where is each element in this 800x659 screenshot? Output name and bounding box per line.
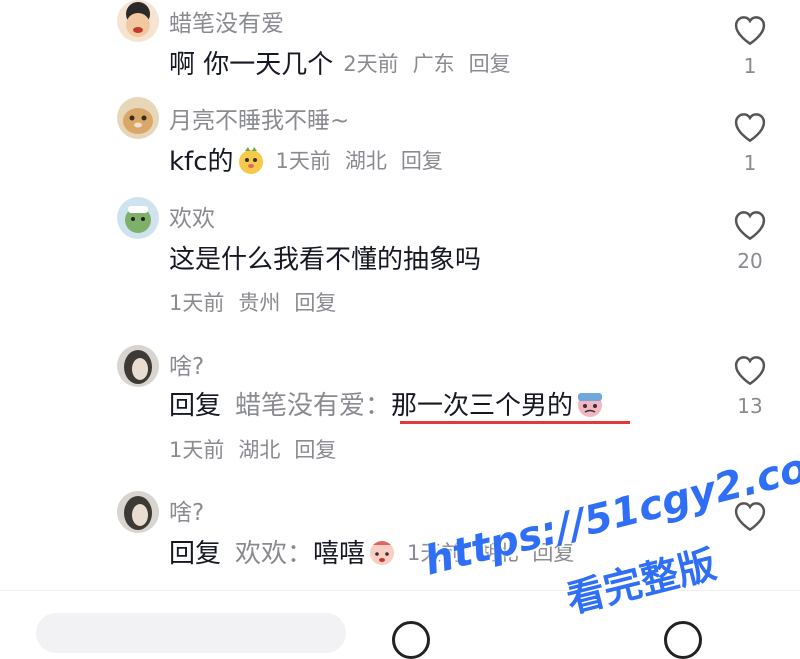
heart-icon	[734, 113, 766, 143]
comment-time: 1天前	[407, 540, 463, 565]
comment-meta: 1天前 湖北 回复	[407, 537, 588, 567]
like-button[interactable]: 20	[728, 207, 772, 273]
comment-text: 那一次三个男的	[391, 391, 574, 421]
comment-text: 啊 你一天几个	[169, 50, 334, 80]
reply-prefix: 回复	[169, 391, 222, 421]
comment-location: 湖北	[476, 540, 519, 565]
comment-text: kfc的	[169, 147, 234, 177]
heart-icon	[734, 16, 766, 46]
comment-text: 嘻嘻	[313, 539, 366, 569]
comment-meta: 2天前 广东 回复	[343, 48, 524, 78]
comment-location: 湖北	[238, 438, 281, 462]
avatar[interactable]	[117, 197, 159, 239]
comment-time: 2天前	[343, 51, 399, 76]
comment-text: 这是什么我看不懂的抽象吗	[169, 245, 482, 275]
like-count: 1	[743, 151, 757, 175]
avatar[interactable]	[117, 0, 159, 42]
comment-username[interactable]: 欢欢	[169, 199, 215, 233]
reply-button[interactable]: 回复	[294, 438, 336, 462]
mention-link[interactable]: 欢欢：	[235, 533, 313, 570]
comment-meta: 1天前 湖北 回复	[276, 145, 457, 175]
like-button[interactable]: 1	[728, 109, 772, 175]
comment-location: 广东	[412, 51, 455, 76]
comment-body: 这是什么我看不懂的抽象吗	[169, 239, 481, 276]
like-count: 20	[737, 249, 763, 273]
comment-body: kfc的 1天前 湖北 回复	[169, 141, 457, 178]
comment-time: 1天前	[275, 148, 331, 173]
heart-icon	[734, 356, 766, 386]
emoji-icon	[370, 540, 395, 565]
text-underline	[400, 421, 630, 424]
reply-button[interactable]: 回复	[532, 541, 574, 565]
comment-body: 啊 你一天几个 2天前 广东 回复	[169, 44, 525, 81]
comment-meta: 1天前 湖北 回复	[169, 434, 350, 464]
like-button[interactable]: 13	[728, 352, 772, 418]
reply-prefix: 回复	[169, 539, 222, 569]
reply-button[interactable]: 回复	[294, 291, 336, 315]
comment-location: 湖北	[344, 148, 387, 173]
comment-username[interactable]: 啥?	[169, 347, 204, 381]
emoji-icon	[238, 146, 263, 174]
comment-location: 贵州	[238, 291, 281, 315]
heart-icon	[734, 211, 766, 241]
emoji-picker-icon[interactable]	[664, 621, 702, 659]
comment-meta: 1天前 贵州 回复	[169, 287, 350, 317]
comment-username[interactable]: 蜡笔没有爱	[169, 4, 284, 38]
comment-body: 回复 蜡笔没有爱： 那一次三个男的	[169, 385, 605, 422]
reply-button[interactable]: 回复	[401, 149, 443, 173]
mention-link[interactable]: 蜡笔没有爱：	[235, 385, 391, 422]
at-icon[interactable]	[392, 621, 430, 659]
avatar[interactable]	[117, 97, 159, 139]
like-count: 1	[743, 54, 757, 78]
heart-icon	[734, 502, 766, 532]
emoji-icon	[578, 392, 603, 417]
comment-username[interactable]: 月亮不睡我不睡~	[169, 101, 349, 135]
like-count: 13	[737, 394, 763, 418]
comment-username[interactable]: 啥?	[169, 493, 204, 527]
comment-time: 1天前	[169, 291, 225, 315]
reply-button[interactable]: 回复	[469, 52, 511, 76]
avatar[interactable]	[117, 491, 159, 533]
bottom-input-bar	[0, 590, 800, 659]
comment-input[interactable]	[36, 613, 346, 653]
comment-body: 回复 欢欢： 嘻嘻 1天前 湖北 回复	[169, 533, 588, 570]
comment-time: 1天前	[169, 438, 225, 462]
avatar[interactable]	[117, 345, 159, 387]
like-button[interactable]	[728, 498, 772, 532]
like-button[interactable]: 1	[728, 12, 772, 78]
